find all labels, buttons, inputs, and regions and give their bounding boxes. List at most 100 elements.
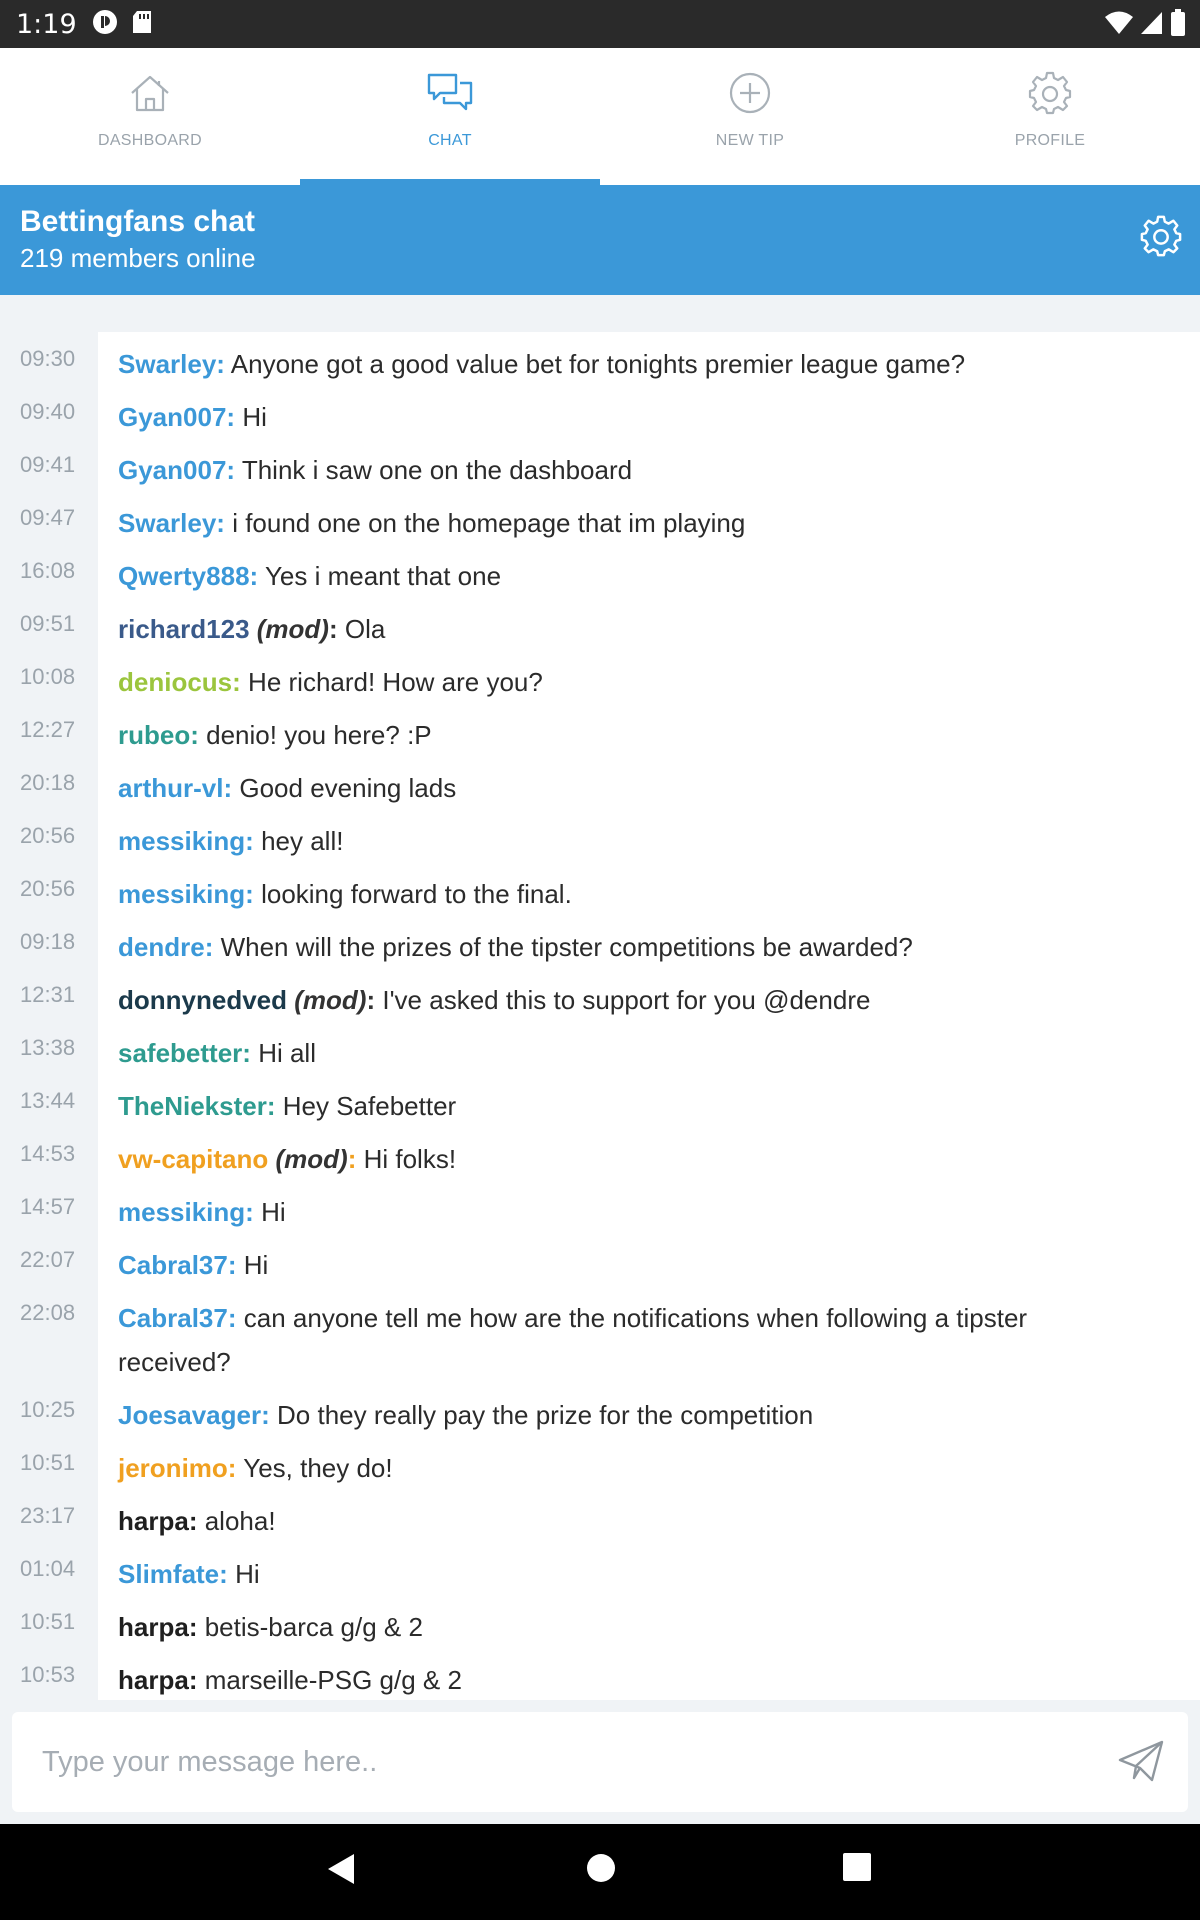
send-icon[interactable] <box>1118 1740 1164 1787</box>
chat-title: Bettingfans chat <box>20 205 256 238</box>
message-username[interactable]: Cabral37 <box>118 1250 228 1280</box>
message-body: Gyan007: Think i saw one on the dashboar… <box>118 448 1118 492</box>
message-username[interactable]: messiking <box>118 826 245 856</box>
tab-new-tip[interactable]: NEW TIP <box>600 48 900 185</box>
message-time: 09:41 <box>20 452 76 477</box>
message-time: 10:53 <box>20 1662 76 1687</box>
message-username[interactable]: rubeo <box>118 720 190 750</box>
message-body: harpa: marseille-PSG g/g & 2 <box>118 1658 1118 1702</box>
username-colon: : <box>226 455 236 485</box>
message-username[interactable]: harpa <box>118 1665 189 1695</box>
message-username[interactable]: TheNiekster <box>118 1091 267 1121</box>
message-username[interactable]: deniocus <box>118 667 232 697</box>
message-body: Slimfate: Hi <box>118 1552 1118 1596</box>
username-colon: : <box>261 1400 270 1430</box>
recents-square-icon[interactable] <box>842 1852 872 1887</box>
message-body: messiking: Hi <box>118 1190 1118 1234</box>
message-time: 20:56 <box>20 876 76 901</box>
message-input[interactable] <box>42 1734 1062 1790</box>
username-colon: : <box>226 402 236 432</box>
message-username[interactable]: harpa <box>118 1506 189 1536</box>
message-username[interactable]: messiking <box>118 879 245 909</box>
message-composer <box>12 1712 1188 1812</box>
members-online: 219 members online <box>20 243 256 273</box>
message-username[interactable]: Slimfate <box>118 1559 219 1589</box>
status-bar: 1:19 <box>0 0 1200 48</box>
message-username[interactable]: Gyan007 <box>118 402 226 432</box>
message-username[interactable]: jeronimo <box>118 1453 228 1483</box>
message-body: harpa: betis-barca g/g & 2 <box>118 1605 1118 1649</box>
username-colon: : <box>216 349 225 379</box>
chat-header: Bettingfans chat 219 members online <box>0 185 1200 295</box>
message-time: 20:18 <box>20 770 76 795</box>
message-list[interactable]: 09:30 Swarley: Anyone got a good value be… <box>0 332 1200 1700</box>
username-colon: : <box>266 1091 276 1121</box>
back-icon[interactable] <box>326 1852 356 1891</box>
message-time: 09:47 <box>20 505 76 530</box>
message-username[interactable]: Gyan007 <box>118 455 226 485</box>
message-time: 14:53 <box>20 1141 76 1166</box>
message-body: Gyan007: Hi <box>118 395 1118 439</box>
message-body: jeronimo: Yes, they do! <box>118 1446 1118 1490</box>
username-colon: : <box>188 1506 198 1536</box>
message-time: 10:08 <box>20 664 76 689</box>
message-text: aloha! <box>204 1506 276 1536</box>
message-body: messiking: looking forward to the final. <box>118 872 1118 916</box>
message-time: 09:18 <box>20 929 76 954</box>
gear-icon <box>1028 70 1072 116</box>
username-colon: : <box>227 1250 237 1280</box>
message-username[interactable]: safebetter <box>118 1038 242 1068</box>
system-nav-bar <box>0 1824 1200 1920</box>
home-circle-icon[interactable] <box>585 1852 617 1889</box>
tab-dashboard[interactable]: DASHBOARD <box>0 48 300 185</box>
message-time: 10:25 <box>20 1397 76 1422</box>
chat-settings-gear-icon[interactable] <box>1140 215 1182 262</box>
username-colon: : <box>188 1612 198 1642</box>
message-username[interactable]: Cabral37 <box>118 1303 228 1333</box>
message-body: Joesavager: Do they really pay the prize… <box>118 1393 1118 1437</box>
tab-label: CHAT <box>428 132 472 149</box>
message-time: 09:40 <box>20 399 76 424</box>
username-colon: : <box>227 1453 237 1483</box>
chat-icon <box>426 70 474 116</box>
message-time: 13:44 <box>20 1088 76 1113</box>
message-time: 22:07 <box>20 1247 76 1272</box>
username-colon: : <box>223 773 233 803</box>
message-username[interactable]: messiking <box>118 1197 245 1227</box>
message-username[interactable]: Swarley <box>118 349 216 379</box>
tab-label: NEW TIP <box>715 132 785 149</box>
battery-icon <box>1170 9 1186 42</box>
message-text: looking forward to the final. <box>261 879 572 909</box>
tab-profile[interactable]: PROFILE <box>900 48 1200 185</box>
message-text: Anyone got a good value bet for tonights… <box>230 349 966 379</box>
message-time: 09:51 <box>20 611 76 636</box>
timestamp-gutter <box>0 332 98 1700</box>
message-username[interactable]: vw-capitano <box>118 1144 268 1174</box>
message-username[interactable]: Swarley <box>118 508 216 538</box>
message-username[interactable]: richard123 <box>118 614 250 644</box>
message-text: betis-barca g/g & 2 <box>204 1612 423 1642</box>
message-username[interactable]: Joesavager <box>118 1400 261 1430</box>
message-body: Cabral37: can anyone tell me how are the… <box>118 1296 1118 1384</box>
message-body: rubeo: denio! you here? :P <box>118 713 1118 757</box>
message-text: Hi folks! <box>363 1144 457 1174</box>
tab-chat[interactable]: CHAT <box>300 48 600 185</box>
message-body: donnynedved (mod): I've asked this to su… <box>118 978 1118 1022</box>
message-body: messiking: hey all! <box>118 819 1118 863</box>
message-text: Hey Safebetter <box>282 1091 457 1121</box>
username-colon: : <box>347 1144 357 1174</box>
message-time: 13:38 <box>20 1035 76 1060</box>
signal-icon <box>1140 10 1164 41</box>
message-username[interactable]: donnynedved <box>118 985 287 1015</box>
moderator-tag: (mod) <box>256 614 329 644</box>
username-colon: : <box>232 667 241 697</box>
message-username[interactable]: harpa <box>118 1612 189 1642</box>
message-time: 14:57 <box>20 1194 76 1219</box>
message-username[interactable]: Qwerty888 <box>118 561 250 591</box>
username-colon: : <box>242 1038 251 1068</box>
tab-label: PROFILE <box>1014 132 1086 149</box>
message-time: 10:51 <box>20 1609 76 1634</box>
message-text: I've asked this to support for you @dend… <box>382 985 871 1015</box>
message-username[interactable]: dendre <box>118 932 205 962</box>
message-username[interactable]: arthur-vl <box>118 773 223 803</box>
